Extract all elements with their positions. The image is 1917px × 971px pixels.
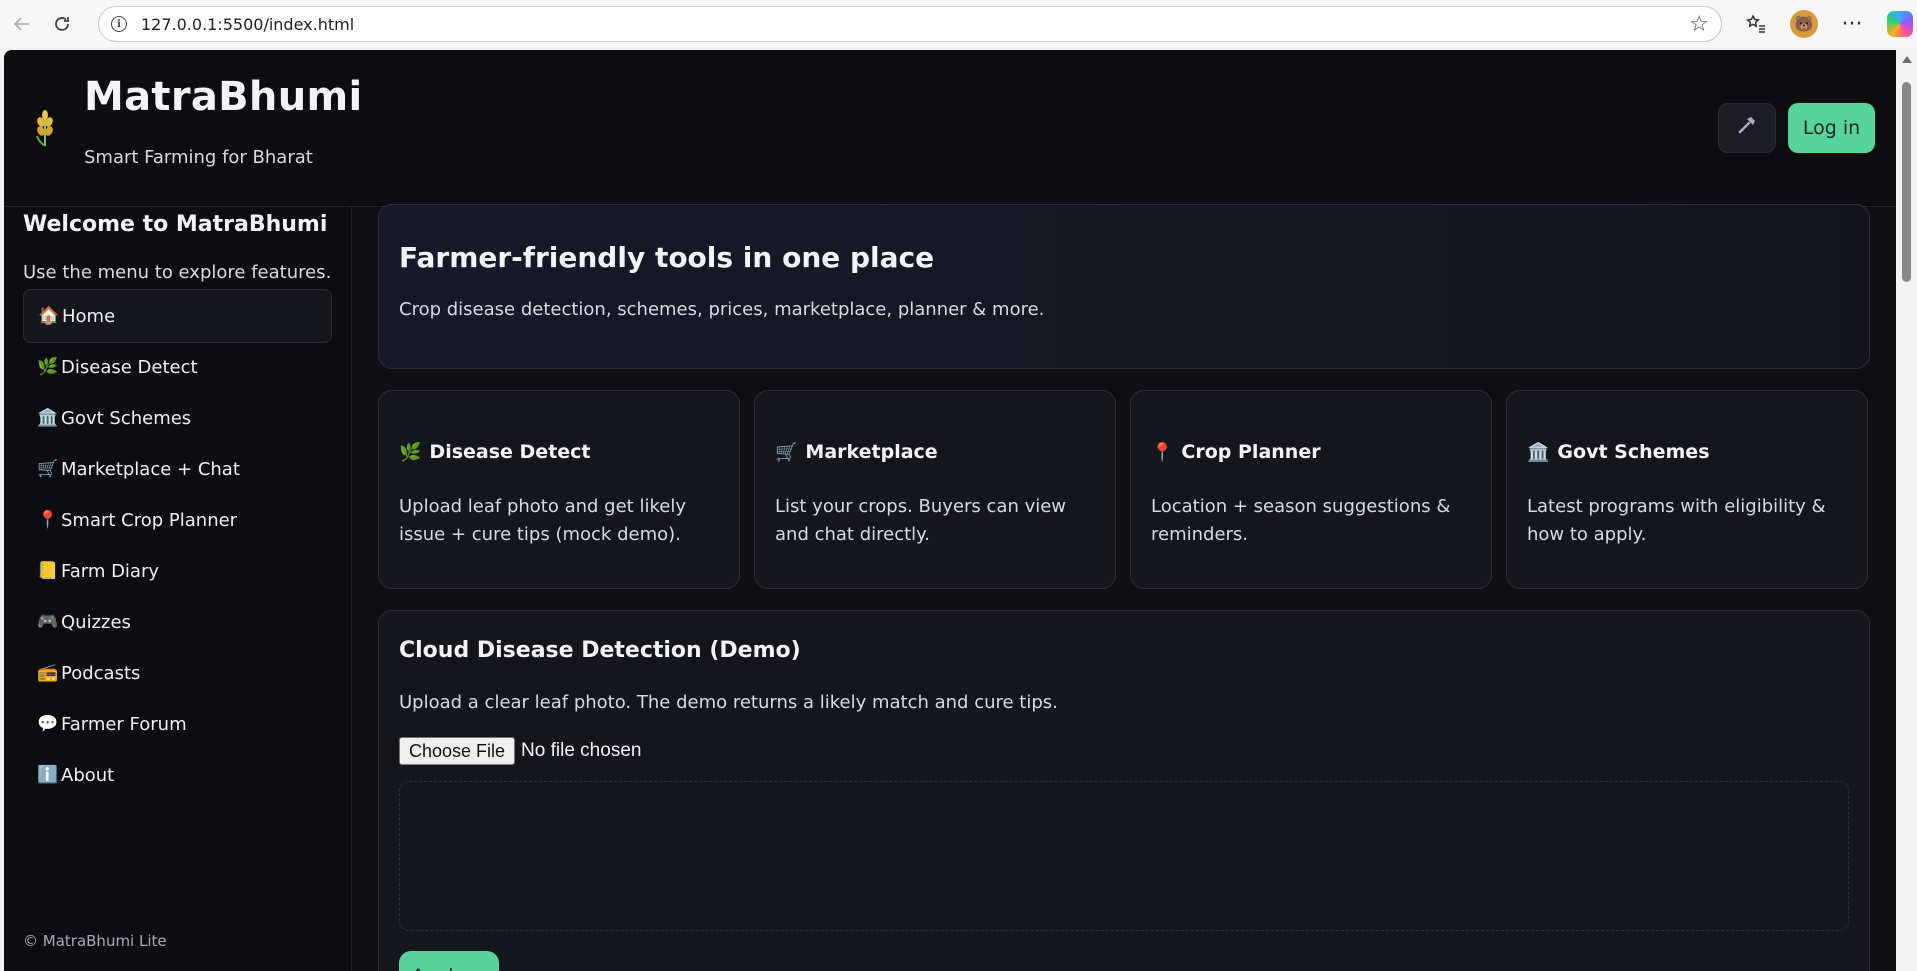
brand-tagline: Smart Farming for Bharat [84, 147, 313, 168]
government-building-icon: 🏛️ [37, 408, 59, 428]
choose-file-button[interactable]: Choose File [399, 737, 516, 765]
shopping-cart-icon: 🛒 [37, 459, 59, 479]
page-scrollbar[interactable] [1896, 50, 1917, 971]
card-description: Location + season suggestions & reminder… [1151, 496, 1451, 545]
theme-toggle-button[interactable] [1718, 103, 1776, 153]
scroll-thumb[interactable] [1902, 82, 1911, 282]
sidebar-item-label: Disease Detect [61, 356, 198, 378]
app-header: MatraBhumi Smart Farming for Bharat Log … [4, 50, 1896, 207]
address-bar[interactable]: i 127.0.0.1:5500/index.html ☆ [98, 6, 1722, 42]
card-title: 📍 Crop Planner [1151, 441, 1321, 463]
feature-card-disease-detect[interactable]: 🌿 Disease Detect Upload leaf photo and g… [378, 390, 740, 589]
hero-subtitle: Crop disease detection, schemes, prices,… [399, 299, 1045, 320]
browser-actions: 🐻 ··· [1738, 4, 1917, 44]
sidebar-footer: © MatraBhumi Lite [23, 932, 167, 950]
location-pin-icon: 📍 [1151, 441, 1174, 463]
sidebar-item-label: About [61, 764, 115, 786]
sidebar-item-label: Home [62, 305, 116, 327]
feature-card-govt-schemes[interactable]: 🏛️ Govt Schemes Latest programs with eli… [1506, 390, 1868, 589]
sidebar-item-label: Quizzes [61, 611, 131, 633]
card-title-text: Govt Schemes [1557, 441, 1710, 463]
sidebar-item-disease-detect[interactable]: 🌿 Disease Detect [23, 340, 332, 394]
card-title-text: Marketplace [805, 441, 938, 463]
government-building-icon: 🏛️ [1527, 441, 1550, 463]
house-icon: 🏠 [38, 306, 60, 326]
sidebar-item-smart-crop-planner[interactable]: 📍 Smart Crop Planner [23, 493, 332, 547]
copilot-logo [1887, 11, 1913, 37]
file-input: Choose File No file chosen [399, 737, 641, 765]
card-title: 🌿 Disease Detect [399, 441, 591, 463]
back-arrow-icon[interactable] [2, 4, 42, 44]
card-description: Upload leaf photo and get likely issue +… [399, 496, 686, 545]
wheat-logo-icon [30, 108, 60, 148]
login-button[interactable]: Log in [1788, 103, 1875, 153]
herb-icon: 🌿 [37, 357, 59, 377]
star-icon[interactable]: ☆ [1689, 12, 1709, 37]
game-controller-icon: 🎮 [37, 612, 59, 632]
sidebar-item-label: Smart Crop Planner [61, 509, 238, 531]
shopping-cart-icon: 🛒 [775, 441, 798, 463]
file-status: No file chosen [521, 740, 642, 761]
card-title: 🏛️ Govt Schemes [1527, 441, 1710, 463]
card-title-text: Disease Detect [429, 441, 591, 463]
hero-banner: Farmer-friendly tools in one place Crop … [378, 204, 1870, 369]
analyze-button[interactable]: Analyze [399, 951, 499, 971]
card-description: Latest programs with eligibility & how t… [1527, 496, 1826, 545]
hammer-icon [1736, 114, 1758, 142]
sidebar-subtitle: Use the menu to explore features. [23, 262, 332, 283]
profile-avatar-icon[interactable]: 🐻 [1786, 4, 1822, 44]
sidebar-item-govt-schemes[interactable]: 🏛️ Govt Schemes [23, 391, 332, 445]
copilot-icon[interactable] [1882, 4, 1917, 44]
notebook-icon: 📒 [37, 561, 59, 581]
browser-toolbar: i 127.0.0.1:5500/index.html ☆ 🐻 ··· [0, 0, 1917, 48]
card-title-text: Crop Planner [1181, 441, 1321, 463]
sidebar-title: Welcome to MatraBhumi [23, 212, 328, 237]
scroll-up-arrow-icon[interactable] [1902, 56, 1912, 63]
sidebar-item-label: Marketplace + Chat [61, 458, 240, 480]
sidebar-item-about[interactable]: ℹ️ About [23, 748, 332, 802]
sidebar-item-farmer-forum[interactable]: 💬 Farmer Forum [23, 697, 332, 751]
card-description: List your crops. Buyers can view and cha… [775, 496, 1067, 545]
card-title: 🛒 Marketplace [775, 441, 938, 463]
panel-title: Cloud Disease Detection (Demo) [399, 638, 801, 663]
more-icon[interactable]: ··· [1834, 4, 1870, 44]
image-preview-area [399, 781, 1849, 931]
brand-title: MatraBhumi [84, 74, 363, 120]
hero-title: Farmer-friendly tools in one place [399, 241, 935, 274]
disease-detection-panel: Cloud Disease Detection (Demo) Upload a … [378, 610, 1870, 971]
sidebar-item-label: Farmer Forum [61, 713, 187, 735]
feature-card-marketplace[interactable]: 🛒 Marketplace List your crops. Buyers ca… [754, 390, 1116, 589]
herb-icon: 🌿 [399, 441, 422, 463]
feature-card-crop-planner[interactable]: 📍 Crop Planner Location + season suggest… [1130, 390, 1492, 589]
sidebar-item-quizzes[interactable]: 🎮 Quizzes [23, 595, 332, 649]
sidebar-item-home[interactable]: 🏠 Home [23, 289, 332, 343]
speech-bubble-icon: 💬 [37, 714, 59, 734]
favorites-icon[interactable] [1738, 4, 1774, 44]
sidebar-item-podcasts[interactable]: 📻 Podcasts [23, 646, 332, 700]
url-text: 127.0.0.1:5500/index.html [141, 14, 355, 34]
sidebar-item-label: Podcasts [61, 662, 141, 684]
info-icon[interactable]: i [111, 16, 127, 32]
sidebar: Welcome to MatraBhumi Use the menu to ex… [4, 207, 352, 971]
sidebar-item-marketplace-chat[interactable]: 🛒 Marketplace + Chat [23, 442, 332, 496]
location-pin-icon: 📍 [37, 510, 59, 530]
radio-icon: 📻 [37, 663, 59, 683]
reload-icon[interactable] [42, 4, 82, 44]
sidebar-item-label: Govt Schemes [61, 407, 192, 429]
app-viewport: MatraBhumi Smart Farming for Bharat Log … [4, 50, 1896, 971]
sidebar-item-farm-diary[interactable]: 📒 Farm Diary [23, 544, 332, 598]
avatar: 🐻 [1790, 10, 1818, 38]
sidebar-item-label: Farm Diary [61, 560, 160, 582]
panel-subtitle: Upload a clear leaf photo. The demo retu… [399, 692, 1058, 713]
info-icon: ℹ️ [37, 765, 59, 785]
